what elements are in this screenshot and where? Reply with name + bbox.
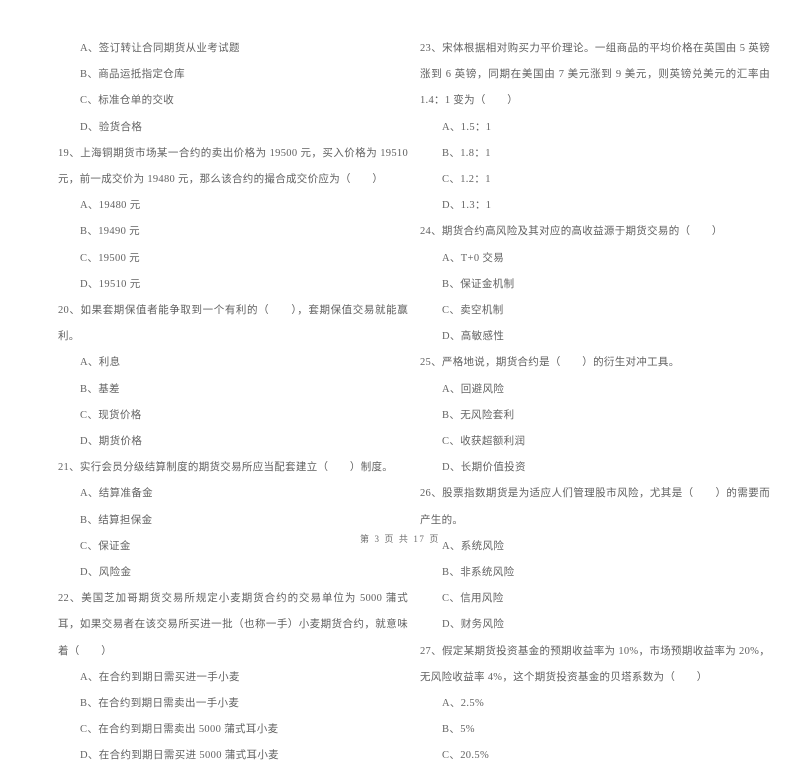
question-stem: 21、实行会员分级结算制度的期货交易所应当配套建立（ ）制度。 [58,462,394,474]
question-stem: 25、严格地说，期货合约是（ ）的衍生对冲工具。 [420,357,680,369]
question-stem: 19、上海铜期货市场某一合约的卖出价格为 19500 元，买入价格为 19510… [58,147,408,186]
page-footer: 第 3 页 共 17 页 [360,534,440,544]
option-item: A、结算准备金 [80,488,154,500]
right-column: 23、宋体根据相对购买力平价理论。一组商品的平均价格在英国由 5 英镑涨到 6 … [420,36,770,770]
question-stem: 22、美国芝加哥期货交易所规定小麦期货合约的交易单位为 5000 蒲式耳，如果交… [58,593,408,657]
option-item: B、在合约到期日需卖出一手小麦 [80,698,240,710]
option-item: A、19480 元 [80,200,141,212]
question-stem: 24、期货合约高风险及其对应的高收益源于期货交易的（ ） [420,226,723,238]
question-27: 27、假定某期货投资基金的预期收益率为 10%，市场预期收益率为 20%，无风险… [420,639,770,770]
option-item: C、在合约到期日需卖出 5000 蒲式耳小麦 [80,724,279,736]
question-21: 21、实行会员分级结算制度的期货交易所应当配套建立（ ）制度。 A、结算准备金 … [58,455,408,586]
question-26: 26、股票指数期货是为适应人们管理股市风险，尤其是（ ）的需要而产生的。 A、系… [420,481,770,638]
option-item: B、基差 [80,383,120,395]
option-item: B、非系统风险 [442,567,515,579]
question-19: 19、上海铜期货市场某一合约的卖出价格为 19500 元，买入价格为 19510… [58,141,408,298]
option-item: B、结算担保金 [80,514,153,526]
question-22: 22、美国芝加哥期货交易所规定小麦期货合约的交易单位为 5000 蒲式耳，如果交… [58,586,408,769]
question-23: 23、宋体根据相对购买力平价理论。一组商品的平均价格在英国由 5 英镑涨到 6 … [420,36,770,219]
option-item: D、验货合格 [80,121,143,133]
option-item: B、商品运抵指定仓库 [80,69,186,81]
option-item: C、信用风险 [442,593,504,605]
option-item: A、2.5% [442,698,485,710]
option-item: A、1.5：1 [442,121,492,133]
option-item: D、高敏感性 [442,331,505,343]
option-item: B、5% [442,724,475,736]
question-25: 25、严格地说，期货合约是（ ）的衍生对冲工具。 A、回避风险 B、无风险套利 … [420,350,770,481]
option-item: A、回避风险 [442,383,505,395]
option-item: C、1.2：1 [442,174,491,186]
option-item: D、1.3：1 [442,200,492,212]
option-item: D、在合约到期日需买进 5000 蒲式耳小麦 [80,750,280,762]
option-item: D、财务风险 [442,619,505,631]
option-item: D、期货价格 [80,436,143,448]
option-item: C、标准仓单的交收 [80,95,175,107]
question-stem: 26、股票指数期货是为适应人们管理股市风险，尤其是（ ）的需要而产生的。 [420,488,770,526]
left-column: A、签订转让合同期货从业考试题 B、商品运抵指定仓库 C、标准仓单的交收 D、验… [58,36,408,770]
question-stem: 27、假定某期货投资基金的预期收益率为 10%，市场预期收益率为 20%，无风险… [420,645,770,683]
question-20: 20、如果套期保值者能争取到一个有利的（ ），套期保值交易就能赢利。 A、利息 … [58,298,408,455]
option-item: A、在合约到期日需买进一手小麦 [80,671,240,683]
option-item: A、签订转让合同期货从业考试题 [80,43,240,54]
question-stem: 20、如果套期保值者能争取到一个有利的（ ），套期保值交易就能赢利。 [58,305,408,343]
question-24: 24、期货合约高风险及其对应的高收益源于期货交易的（ ） A、T+0 交易 B、… [420,219,770,350]
option-item: A、T+0 交易 [442,252,505,264]
option-item: D、风险金 [80,567,132,579]
option-item: B、无风险套利 [442,409,515,421]
document-page: A、签订转让合同期货从业考试题 B、商品运抵指定仓库 C、标准仓单的交收 D、验… [0,0,800,761]
option-item: B、保证金机制 [442,278,515,290]
option-item: C、收获超额利润 [442,436,526,448]
option-item: D、19510 元 [80,278,141,290]
option-item: B、1.8：1 [442,147,491,159]
question-stem: 23、宋体根据相对购买力平价理论。一组商品的平均价格在英国由 5 英镑涨到 6 … [420,43,770,107]
option-item: B、19490 元 [80,226,141,238]
option-item: C、20.5% [442,750,490,762]
option-item: D、长期价值投资 [442,462,526,474]
two-column-body: A、签订转让合同期货从业考试题 B、商品运抵指定仓库 C、标准仓单的交收 D、验… [0,36,800,770]
option-item: A、利息 [80,357,121,369]
option-item: C、19500 元 [80,252,141,264]
option-item: C、现货价格 [80,409,142,421]
option-item: C、卖空机制 [442,305,504,317]
